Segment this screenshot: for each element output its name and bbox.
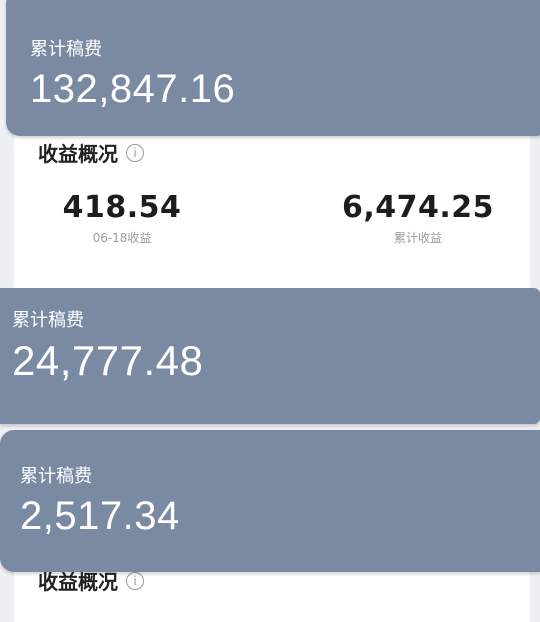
info-icon[interactable]: i [126,143,144,162]
total-earnings-value: 6,474.25 [341,190,495,225]
daily-earnings-stat: 418.54 06-18收益 [22,190,222,246]
total-royalties-panel-1: 累计稿费 132,847.16 [6,0,540,136]
total-royalties-title: 累计稿费 [20,466,92,487]
total-royalties-title: 累计稿费 [12,310,84,331]
earnings-overview-card: 收益概况 i 418.54 06-18收益 6,474.25 累计收益 [14,134,530,294]
info-icon[interactable]: i [126,571,144,590]
earnings-overview-header: 收益概况 i [38,138,144,167]
total-royalties-panel-2: 累计稿费 24,777.48 [0,288,540,424]
total-royalties-amount: 24,777.48 [12,337,204,384]
total-royalties-title: 累计稿费 [30,39,102,60]
total-royalties-panel-3: 累计稿费 2,517.34 [0,430,540,572]
total-earnings-label: 累计收益 [393,231,442,245]
earnings-overview-title: 收益概况 [38,142,118,166]
total-royalties-amount: 2,517.34 [20,494,180,538]
total-earnings-stat: 6,474.25 累计收益 [318,190,518,246]
daily-earnings-value: 418.54 [62,190,182,225]
daily-earnings-label: 06-18收益 [92,231,152,245]
total-royalties-amount: 132,847.16 [30,67,236,111]
